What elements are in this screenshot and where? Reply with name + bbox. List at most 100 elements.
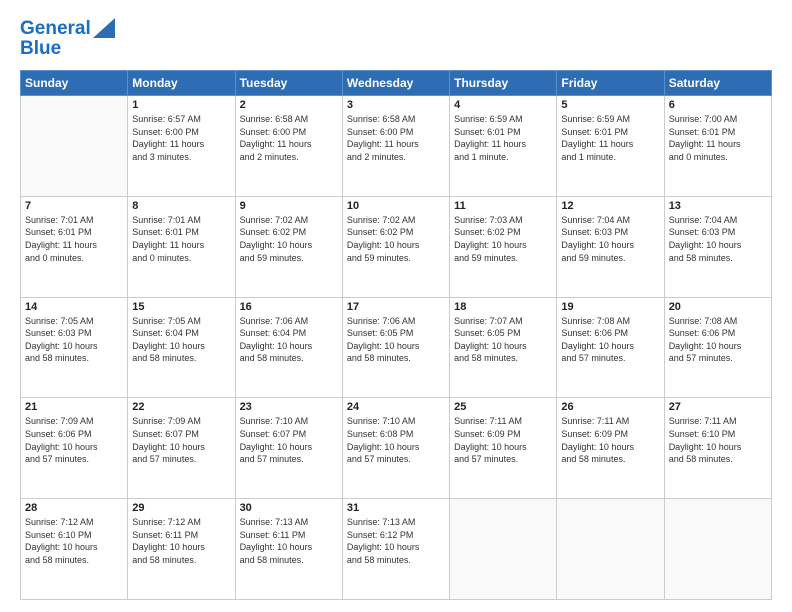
calendar-cell: 3Sunrise: 6:58 AMSunset: 6:00 PMDaylight…: [342, 96, 449, 197]
calendar-cell: 29 Sunrise: 7:12 AMSunset: 6:11 PMDayligh…: [128, 499, 235, 600]
calendar-cell: 6 Sunrise: 7:00 AMSunset: 6:01 PMDaylight…: [664, 96, 771, 197]
day-info: Sunrise: 6:58 AMSunset: 6:00 PMDaylight:…: [240, 113, 338, 163]
day-info: Sunrise: 7:02 AMSunset: 6:02 PMDaylight:…: [347, 214, 445, 264]
day-info: Sunrise: 7:12 AMSunset: 6:11 PMDaylight:…: [132, 516, 230, 566]
day-number: 15: [132, 301, 230, 313]
day-info: Sunrise: 6:58 AMSunset: 6:00 PMDaylight:…: [347, 113, 445, 163]
calendar-cell: 12Sunrise: 7:04 AMSunset: 6:03 PMDayligh…: [557, 196, 664, 297]
day-info: Sunrise: 7:06 AMSunset: 6:05 PMDaylight:…: [347, 315, 445, 365]
calendar-cell: [664, 499, 771, 600]
day-number: 16: [240, 301, 338, 313]
calendar-cell: 31 Sunrise: 7:13 AMSunset: 6:12 PMDayligh…: [342, 499, 449, 600]
day-info: Sunrise: 7:05 AMSunset: 6:03 PMDaylight:…: [25, 315, 123, 365]
day-info: Sunrise: 7:04 AMSunset: 6:03 PMDaylight:…: [669, 214, 767, 264]
calendar-cell: [21, 96, 128, 197]
day-info: Sunrise: 7:13 AMSunset: 6:11 PMDaylight:…: [240, 516, 338, 566]
day-info: Sunrise: 7:08 AMSunset: 6:06 PMDaylight:…: [561, 315, 659, 365]
day-info: Sunrise: 6:59 AMSunset: 6:01 PMDaylight:…: [454, 113, 552, 163]
calendar-cell: 16 Sunrise: 7:06 AMSunset: 6:04 PMDayligh…: [235, 297, 342, 398]
day-info: Sunrise: 7:03 AMSunset: 6:02 PMDaylight:…: [454, 214, 552, 264]
day-number: 25: [454, 401, 552, 413]
day-number: 20: [669, 301, 767, 313]
day-info: Sunrise: 7:06 AMSunset: 6:04 PMDaylight:…: [240, 315, 338, 365]
day-info: Sunrise: 7:01 AMSunset: 6:01 PMDaylight:…: [25, 214, 123, 264]
day-number: 18: [454, 301, 552, 313]
day-number: 28: [25, 502, 123, 514]
calendar-cell: 28Sunrise: 7:12 AMSunset: 6:10 PMDayligh…: [21, 499, 128, 600]
calendar-cell: 4 Sunrise: 6:59 AMSunset: 6:01 PMDaylight…: [450, 96, 557, 197]
calendar-cell: [450, 499, 557, 600]
calendar-cell: 15 Sunrise: 7:05 AMSunset: 6:04 PMDayligh…: [128, 297, 235, 398]
logo-blue: Blue: [20, 38, 61, 60]
day-number: 19: [561, 301, 659, 313]
day-info: Sunrise: 6:59 AMSunset: 6:01 PMDaylight:…: [561, 113, 659, 163]
calendar-cell: 13Sunrise: 7:04 AMSunset: 6:03 PMDayligh…: [664, 196, 771, 297]
weekday-header-monday: Monday: [128, 71, 235, 96]
calendar-cell: 7 Sunrise: 7:01 AMSunset: 6:01 PMDaylight…: [21, 196, 128, 297]
calendar-cell: 20 Sunrise: 7:08 AMSunset: 6:06 PMDayligh…: [664, 297, 771, 398]
day-number: 4: [454, 99, 552, 111]
calendar-cell: 22 Sunrise: 7:09 AMSunset: 6:07 PMDayligh…: [128, 398, 235, 499]
day-number: 5: [561, 99, 659, 111]
calendar-cell: 24Sunrise: 7:10 AMSunset: 6:08 PMDayligh…: [342, 398, 449, 499]
day-number: 9: [240, 200, 338, 212]
day-info: Sunrise: 7:09 AMSunset: 6:07 PMDaylight:…: [132, 415, 230, 465]
day-info: Sunrise: 7:11 AMSunset: 6:09 PMDaylight:…: [561, 415, 659, 465]
day-info: Sunrise: 7:01 AMSunset: 6:01 PMDaylight:…: [132, 214, 230, 264]
calendar-header-row: SundayMondayTuesdayWednesdayThursdayFrid…: [21, 71, 772, 96]
day-number: 26: [561, 401, 659, 413]
day-info: Sunrise: 7:07 AMSunset: 6:05 PMDaylight:…: [454, 315, 552, 365]
day-number: 1: [132, 99, 230, 111]
calendar-week-row: 1 Sunrise: 6:57 AMSunset: 6:00 PMDaylight…: [21, 96, 772, 197]
calendar-cell: 8Sunrise: 7:01 AMSunset: 6:01 PMDaylight…: [128, 196, 235, 297]
day-number: 23: [240, 401, 338, 413]
day-number: 30: [240, 502, 338, 514]
weekday-header-tuesday: Tuesday: [235, 71, 342, 96]
weekday-header-friday: Friday: [557, 71, 664, 96]
calendar-week-row: 28Sunrise: 7:12 AMSunset: 6:10 PMDayligh…: [21, 499, 772, 600]
calendar-cell: 27Sunrise: 7:11 AMSunset: 6:10 PMDayligh…: [664, 398, 771, 499]
calendar-cell: 1 Sunrise: 6:57 AMSunset: 6:00 PMDaylight…: [128, 96, 235, 197]
day-number: 22: [132, 401, 230, 413]
header: General Blue: [20, 18, 772, 60]
day-info: Sunrise: 7:10 AMSunset: 6:07 PMDaylight:…: [240, 415, 338, 465]
calendar-cell: 11 Sunrise: 7:03 AMSunset: 6:02 PMDayligh…: [450, 196, 557, 297]
weekday-header-saturday: Saturday: [664, 71, 771, 96]
day-number: 27: [669, 401, 767, 413]
calendar-cell: 2 Sunrise: 6:58 AMSunset: 6:00 PMDaylight…: [235, 96, 342, 197]
day-number: 2: [240, 99, 338, 111]
day-number: 17: [347, 301, 445, 313]
weekday-header-thursday: Thursday: [450, 71, 557, 96]
calendar-week-row: 14Sunrise: 7:05 AMSunset: 6:03 PMDayligh…: [21, 297, 772, 398]
day-info: Sunrise: 7:09 AMSunset: 6:06 PMDaylight:…: [25, 415, 123, 465]
day-number: 11: [454, 200, 552, 212]
day-number: 6: [669, 99, 767, 111]
calendar-cell: 9 Sunrise: 7:02 AMSunset: 6:02 PMDaylight…: [235, 196, 342, 297]
day-number: 29: [132, 502, 230, 514]
calendar-cell: 23 Sunrise: 7:10 AMSunset: 6:07 PMDayligh…: [235, 398, 342, 499]
day-number: 31: [347, 502, 445, 514]
day-info: Sunrise: 7:10 AMSunset: 6:08 PMDaylight:…: [347, 415, 445, 465]
calendar-cell: 25 Sunrise: 7:11 AMSunset: 6:09 PMDayligh…: [450, 398, 557, 499]
day-info: Sunrise: 7:05 AMSunset: 6:04 PMDaylight:…: [132, 315, 230, 365]
logo-general: General: [20, 19, 91, 40]
day-number: 7: [25, 200, 123, 212]
calendar-cell: 14Sunrise: 7:05 AMSunset: 6:03 PMDayligh…: [21, 297, 128, 398]
logo-triangle-icon: [93, 18, 115, 38]
calendar-cell: 19 Sunrise: 7:08 AMSunset: 6:06 PMDayligh…: [557, 297, 664, 398]
weekday-header-wednesday: Wednesday: [342, 71, 449, 96]
day-info: Sunrise: 7:13 AMSunset: 6:12 PMDaylight:…: [347, 516, 445, 566]
calendar-cell: 10 Sunrise: 7:02 AMSunset: 6:02 PMDayligh…: [342, 196, 449, 297]
calendar-week-row: 21 Sunrise: 7:09 AMSunset: 6:06 PMDayligh…: [21, 398, 772, 499]
calendar-cell: 21 Sunrise: 7:09 AMSunset: 6:06 PMDayligh…: [21, 398, 128, 499]
logo: General Blue: [20, 18, 115, 60]
day-number: 21: [25, 401, 123, 413]
day-info: Sunrise: 6:57 AMSunset: 6:00 PMDaylight:…: [132, 113, 230, 163]
day-info: Sunrise: 7:11 AMSunset: 6:09 PMDaylight:…: [454, 415, 552, 465]
day-number: 10: [347, 200, 445, 212]
day-info: Sunrise: 7:00 AMSunset: 6:01 PMDaylight:…: [669, 113, 767, 163]
day-number: 12: [561, 200, 659, 212]
day-info: Sunrise: 7:02 AMSunset: 6:02 PMDaylight:…: [240, 214, 338, 264]
weekday-header-sunday: Sunday: [21, 71, 128, 96]
day-info: Sunrise: 7:08 AMSunset: 6:06 PMDaylight:…: [669, 315, 767, 365]
